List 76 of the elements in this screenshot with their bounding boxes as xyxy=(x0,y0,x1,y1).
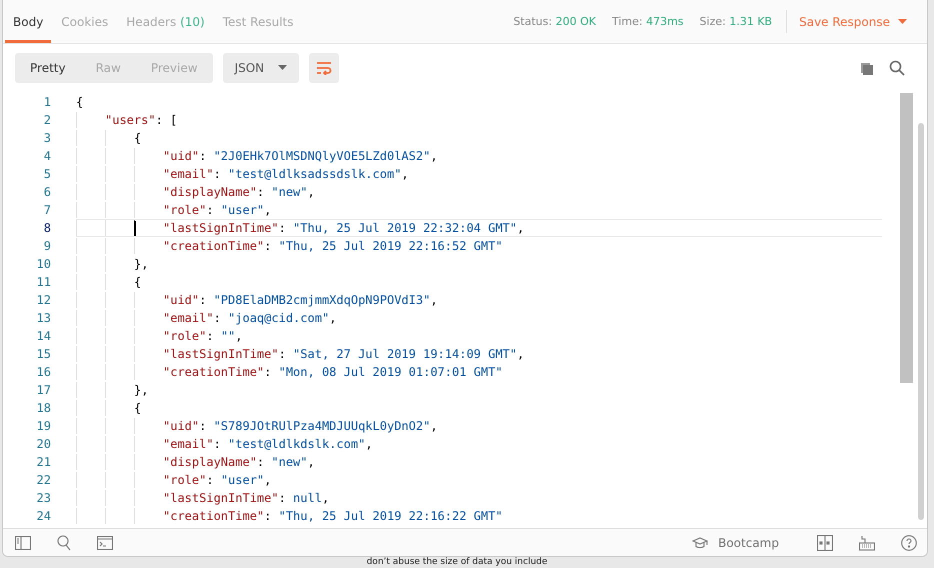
code-line: "creationTime": "Thu, 25 Jul 2019 22:16:52 GMT" xyxy=(163,239,503,253)
caret-icon xyxy=(898,19,907,24)
code-line: { xyxy=(134,401,142,415)
line-number: 12 xyxy=(36,293,51,307)
scrollbar-thumb[interactable] xyxy=(918,123,924,520)
sidebar-toggle-icon[interactable] xyxy=(13,534,33,552)
code-line: "uid": "PD8ElaDMB2cmjmmXdqOpN9POVdI3", xyxy=(163,293,438,307)
response-meta: Status: 200 OK xyxy=(513,15,596,28)
code-line: }, xyxy=(134,383,148,397)
line-number: 1 xyxy=(42,95,51,109)
line-number: 9 xyxy=(42,239,51,253)
code-line: "uid": "2J0EHk7OlMSDNQlyVOE5LZd0lAS2", xyxy=(163,149,438,163)
line-number: 23 xyxy=(36,491,51,505)
code-line: "lastSignInTime": null, xyxy=(163,491,330,505)
wrap-lines-button[interactable] xyxy=(309,52,340,82)
line-number: 24 xyxy=(36,509,51,523)
line-number: 17 xyxy=(36,383,51,397)
code-line: "lastSignInTime": "Sat, 27 Jul 2019 19:14:09 GMT", xyxy=(163,347,524,361)
view-mode-tab[interactable]: Pretty xyxy=(15,52,81,82)
text-cursor xyxy=(134,221,136,236)
code-line: "displayName": "new", xyxy=(163,455,315,469)
code-line: }, xyxy=(134,257,148,271)
code-line: "users": [ xyxy=(105,113,178,127)
view-mode-tab[interactable]: Preview xyxy=(136,52,213,82)
two-pane-icon[interactable] xyxy=(815,532,835,552)
code-line: "creationTime": "Thu, 25 Jul 2019 22:16:22 GMT" xyxy=(163,509,503,523)
code-line: { xyxy=(76,95,84,109)
search-icon[interactable] xyxy=(887,58,907,78)
code-line: { xyxy=(134,131,142,145)
response-tab[interactable]: Body xyxy=(5,0,52,43)
format-dropdown[interactable]: JSON xyxy=(222,52,300,82)
line-number: 5 xyxy=(42,167,51,181)
code-line: "email": "test@ldlkdslk.com", xyxy=(163,437,373,451)
view-mode-tab[interactable]: Raw xyxy=(80,52,136,82)
code-line: "email": "test@ldlksadssdslk.com", xyxy=(163,167,409,181)
line-number: 18 xyxy=(36,401,51,415)
line-number: 22 xyxy=(36,473,51,487)
console-icon[interactable] xyxy=(95,534,115,552)
response-meta: Time: 473ms xyxy=(612,15,684,28)
line-number: 21 xyxy=(36,455,51,469)
code-line: "uid": "S789JOtRUlPza4MDJUUqkL0yDnO2", xyxy=(163,419,438,433)
code-line: "creationTime": "Mon, 08 Jul 2019 01:07:01 GMT" xyxy=(163,365,503,379)
response-tab[interactable]: Cookies xyxy=(53,0,116,43)
save-response-button[interactable]: Save Response xyxy=(787,0,907,43)
help-icon[interactable] xyxy=(899,532,919,552)
line-number: 8 xyxy=(42,221,51,235)
code-line: "role": "", xyxy=(163,329,242,343)
line-number: 6 xyxy=(42,185,51,199)
search-icon[interactable] xyxy=(55,532,73,552)
line-number: 19 xyxy=(36,419,51,433)
line-number: 2 xyxy=(42,113,51,127)
line-number: 7 xyxy=(42,203,51,217)
response-meta: Size: 1.31 KB xyxy=(700,15,772,28)
line-number: 14 xyxy=(36,329,51,343)
line-number: 15 xyxy=(36,347,51,361)
line-number: 20 xyxy=(36,437,51,451)
line-number: 3 xyxy=(42,131,51,145)
line-number: 16 xyxy=(36,365,51,379)
line-number: 10 xyxy=(36,257,51,271)
code-line: "role": "user", xyxy=(163,473,272,487)
graduation-cap-icon xyxy=(692,536,708,548)
scrollbar-thumb[interactable] xyxy=(900,93,913,383)
line-number: 11 xyxy=(36,275,51,289)
line-number: 4 xyxy=(42,149,51,163)
code-line: "email": "joaq@cid.com", xyxy=(163,311,336,325)
line-number: 13 xyxy=(36,311,51,325)
response-tab[interactable]: Test Results xyxy=(214,0,302,43)
background-text: don’t abuse the size of data you include xyxy=(366,557,548,567)
code-line: { xyxy=(134,275,142,289)
response-tab[interactable]: Headers (10) xyxy=(118,0,213,43)
code-line: "lastSignInTime": "Thu, 25 Jul 2019 22:32:04 GMT", xyxy=(163,221,524,235)
wrap-lines-icon xyxy=(316,60,332,74)
code-line: "displayName": "new", xyxy=(163,185,315,199)
caret-icon xyxy=(278,65,288,70)
code-line: "role": "user", xyxy=(163,203,272,217)
bootcamp-link[interactable]: Bootcamp xyxy=(692,536,779,550)
